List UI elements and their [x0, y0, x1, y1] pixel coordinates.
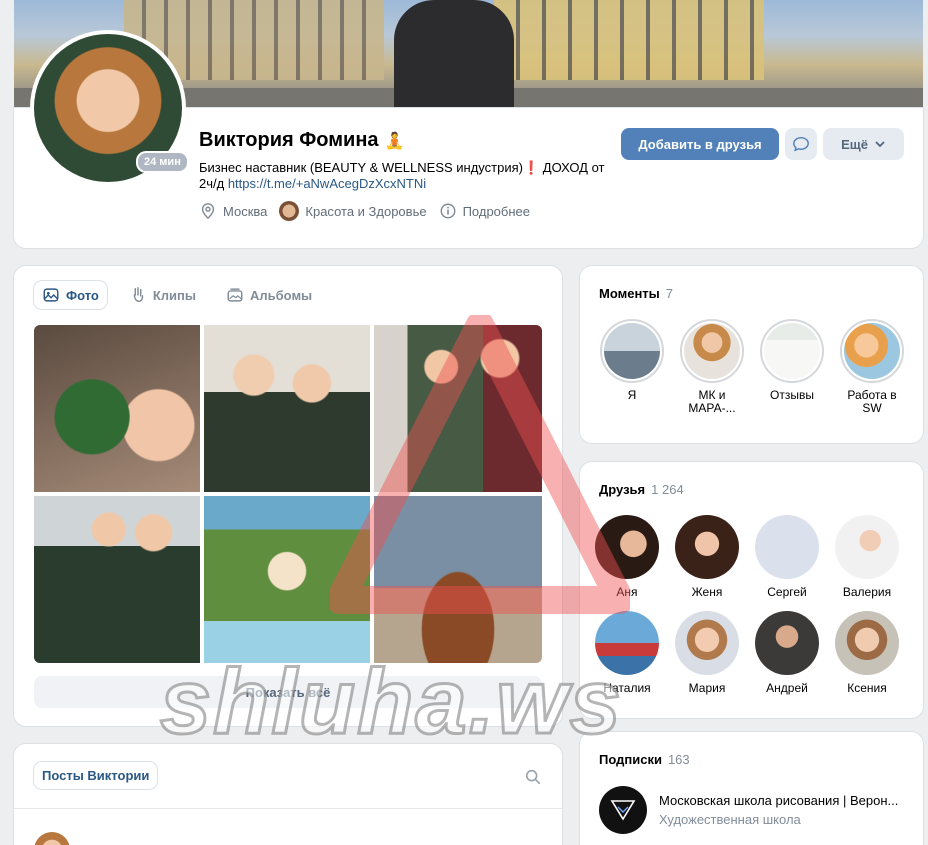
moments-title[interactable]: Моменты 7 — [599, 286, 673, 301]
post-author-avatar[interactable] — [34, 832, 70, 845]
tab-photos[interactable]: Фото — [34, 281, 107, 309]
online-badge: 24 мин — [136, 151, 189, 173]
profile-meta: Москва Красота и Здоровье Подробнее — [199, 201, 530, 221]
moment-item[interactable]: Я — [599, 319, 665, 402]
moment-item[interactable]: Работа в SW — [839, 319, 905, 415]
photo-thumbnail[interactable] — [374, 496, 542, 663]
photo-thumbnail[interactable] — [204, 325, 370, 492]
media-tabs: Фото Клипы Альбомы — [34, 281, 320, 309]
subscriptions-title[interactable]: Подписки 163 — [599, 752, 690, 767]
friend-item[interactable]: Мария — [667, 611, 747, 695]
message-button[interactable] — [785, 128, 817, 160]
subscription-name[interactable]: Московская школа рисования | Верон... — [659, 793, 904, 808]
photo-grid — [34, 325, 542, 663]
subscription-avatar — [599, 786, 647, 834]
photos-card: Фото Клипы Альбомы Показать всё — [14, 266, 562, 726]
photo-thumbnail[interactable] — [34, 496, 200, 663]
friend-item[interactable]: Сергей — [747, 515, 827, 599]
search-icon[interactable] — [524, 768, 542, 786]
tab-clips[interactable]: Клипы — [121, 281, 204, 309]
triangle-logo-icon — [610, 800, 636, 821]
photo-thumbnail[interactable] — [374, 325, 542, 492]
chevron-down-icon — [875, 141, 885, 148]
photo-icon — [43, 288, 59, 302]
friends-card: Друзья 1 264 Аня Женя Сергей Валерия Ната… — [580, 462, 923, 718]
group-avatar — [279, 201, 300, 221]
profile-status: Бизнес наставник (BEAUTY & WELLNESS инду… — [199, 160, 605, 191]
photo-thumbnail[interactable] — [204, 496, 370, 663]
subscriptions-card: Подписки 163 Московская школа рисования |… — [580, 732, 923, 845]
friend-item[interactable]: Ксения — [827, 611, 907, 695]
friend-item[interactable]: Аня — [587, 515, 667, 599]
moment-item[interactable]: Отзывы — [759, 319, 825, 402]
posts-filter-chip[interactable]: Посты Виктории — [34, 762, 157, 789]
photo-thumbnail[interactable] — [34, 325, 200, 492]
message-icon — [793, 136, 809, 152]
subscription-desc: Художественная школа — [659, 812, 801, 827]
more-info-link[interactable]: Подробнее — [439, 202, 530, 220]
friend-item[interactable]: Андрей — [747, 611, 827, 695]
city-item: Москва — [199, 202, 267, 220]
clip-icon — [133, 287, 144, 303]
friends-title[interactable]: Друзья 1 264 — [599, 482, 684, 497]
group-item[interactable]: Красота и Здоровье — [279, 201, 427, 221]
friend-item[interactable]: Наталия — [587, 611, 667, 695]
moment-item[interactable]: МК и МАРА-... — [679, 319, 745, 415]
meditation-emoji-icon: 🧘 — [384, 132, 405, 150]
album-icon — [227, 288, 243, 302]
more-button[interactable]: Ещё — [823, 128, 904, 160]
add-friend-button[interactable]: Добавить в друзья — [621, 128, 779, 160]
divider — [14, 808, 562, 809]
location-icon — [201, 203, 215, 220]
tab-albums[interactable]: Альбомы — [218, 281, 320, 309]
moments-card: Моменты 7 Я МК и МАРА-... Отзывы Работа в… — [580, 266, 923, 443]
friend-item[interactable]: Валерия — [827, 515, 907, 599]
profile-name: Виктория Фомина 🧘 — [199, 129, 405, 151]
info-icon — [440, 203, 456, 219]
posts-card: Посты Виктории — [14, 744, 562, 845]
show-all-button[interactable]: Показать всё — [34, 676, 542, 708]
subscription-item[interactable]: Московская школа рисования | Верон... Ху… — [599, 786, 904, 834]
friend-item[interactable]: Женя — [667, 515, 747, 599]
status-link[interactable]: https://t.me/+aNwAcegDzXcxNTNi — [228, 176, 426, 191]
exclamation-icon: ❗ — [522, 160, 540, 175]
